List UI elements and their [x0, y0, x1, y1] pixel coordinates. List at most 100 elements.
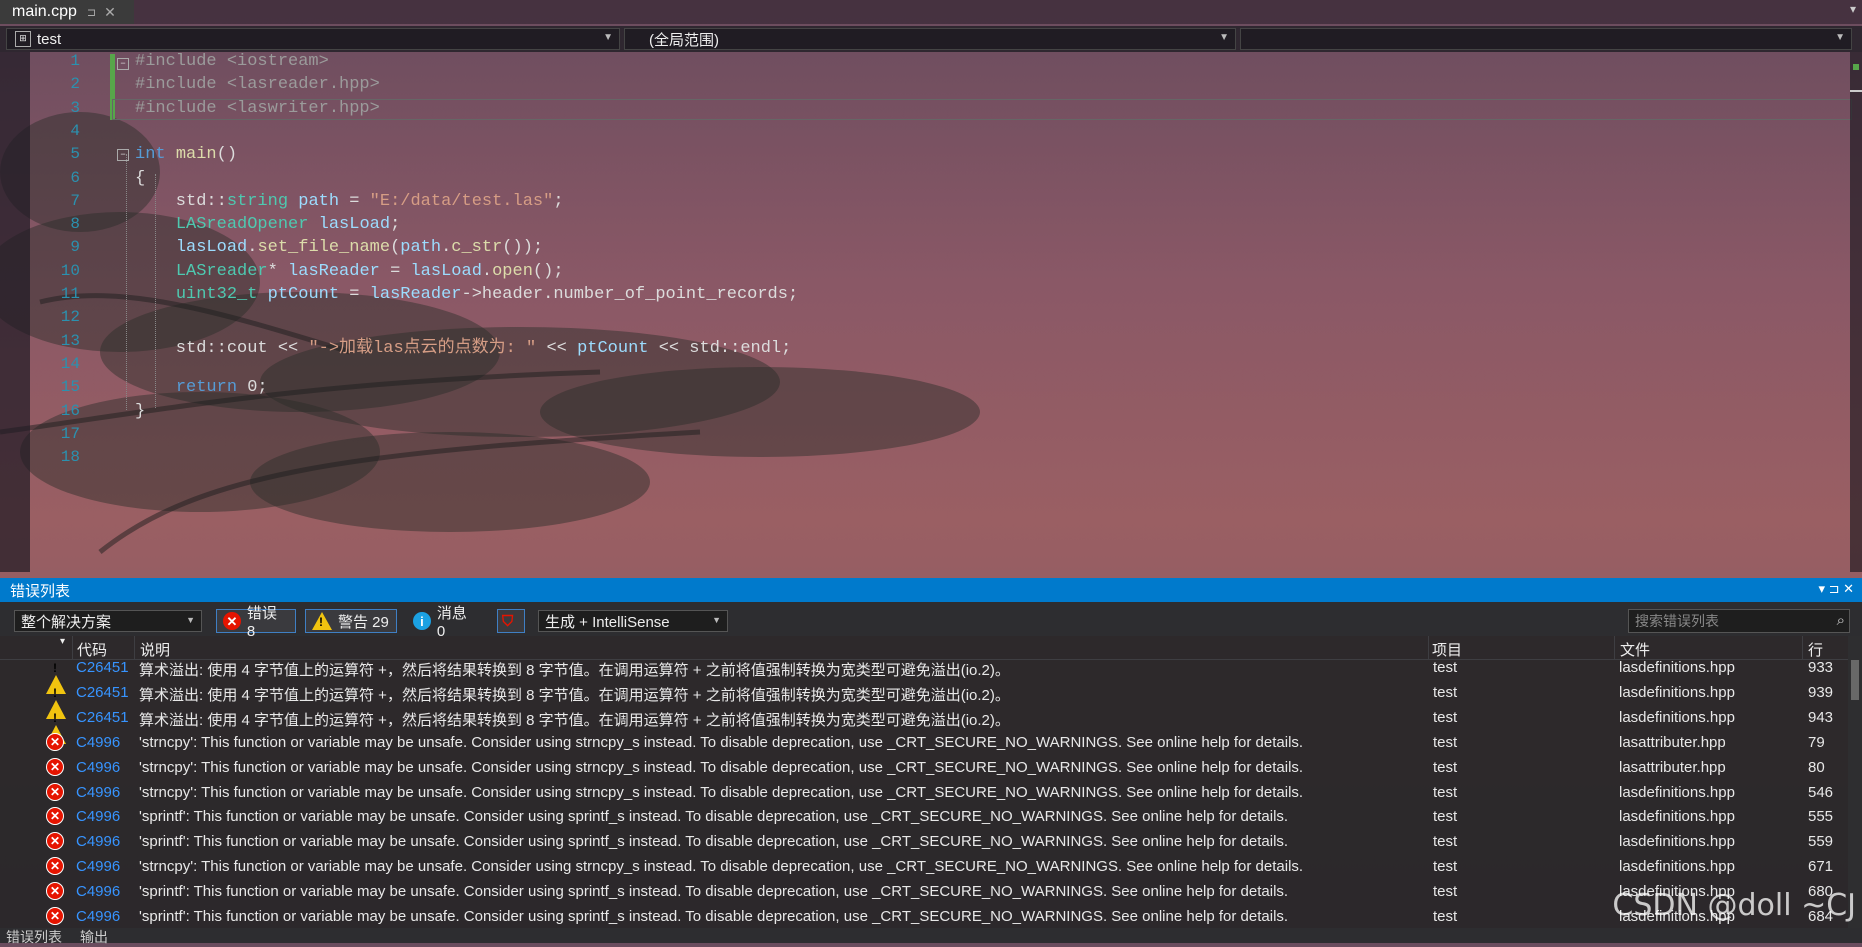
error-project: test: [1433, 683, 1458, 701]
error-code-link[interactable]: C4996: [76, 883, 120, 900]
code-token: return: [175, 378, 238, 398]
error-file: lasattributer.hpp: [1619, 758, 1726, 776]
sort-icon[interactable]: ▾: [60, 636, 65, 647]
pin-icon[interactable]: ⊐: [87, 6, 96, 19]
code-editor[interactable]: − − 1 #include <iostream> 2 #include <lasre…: [30, 52, 1852, 572]
error-description: 'sprintf': This function or variable may…: [139, 833, 1289, 851]
error-project: test: [1433, 733, 1458, 751]
build-source-value: 生成 + IntelliSense: [545, 613, 670, 631]
build-source-dropdown[interactable]: 生成 + IntelliSense ▼: [538, 610, 728, 632]
code-line[interactable]: 10 LASreader* lasReader = lasLoad.open()…: [30, 262, 1850, 285]
error-row[interactable]: ✕ C4996 'strncpy': This function or variab…: [0, 855, 1862, 880]
code-line[interactable]: 4: [30, 122, 1850, 145]
error-project: test: [1433, 659, 1458, 676]
project-dropdown[interactable]: ⊞ test ▼: [6, 28, 620, 50]
error-icon: ✕: [46, 907, 64, 925]
code-line[interactable]: 1 #include <iostream>: [30, 52, 1850, 75]
member-dropdown[interactable]: ▼: [1240, 28, 1852, 50]
code-line[interactable]: 14: [30, 355, 1850, 378]
code-text: #include <lasreader.hpp>: [135, 75, 380, 94]
chevron-down-icon: ▼: [1219, 32, 1229, 43]
messages-filter-button[interactable]: i 消息 0: [406, 605, 486, 640]
error-code-link[interactable]: C4996: [76, 734, 120, 751]
code-line[interactable]: 2 #include <lasreader.hpp>: [30, 75, 1850, 98]
scope-dropdown[interactable]: (全局范围) ▼: [624, 28, 1236, 50]
code-token: .: [247, 238, 258, 258]
code-line[interactable]: 12: [30, 308, 1850, 331]
code-token: lasLoad: [410, 261, 482, 281]
search-icon[interactable]: ⌕: [1837, 612, 1845, 629]
code-token: path: [298, 191, 340, 211]
error-code-link[interactable]: C26451: [76, 709, 129, 726]
scope-dropdown-value: (全局范围): [649, 31, 719, 49]
editor-vertical-scrollbar[interactable]: [1850, 52, 1862, 572]
tab-overflow-dropdown-icon[interactable]: ▾: [1850, 2, 1856, 16]
code-token: LASreadOpener: [175, 215, 309, 235]
error-row[interactable]: ! C26451 算术溢出: 使用 4 字节值上的运算符 +，然后将结果转换到 8 …: [0, 681, 1862, 719]
error-row[interactable]: ! C26451 算术溢出: 使用 4 字节值上的运算符 +，然后将结果转换到 8 …: [0, 706, 1862, 744]
code-line[interactable]: 8 LASreadOpener lasLoad;: [30, 215, 1850, 238]
error-row[interactable]: ! C26451 算术溢出: 使用 4 字节值上的运算符 +，然后将结果转换到 8 …: [0, 656, 1862, 694]
error-icon: ✕: [46, 857, 64, 876]
line-number: 3: [70, 98, 80, 117]
error-project: test: [1433, 783, 1458, 801]
error-row[interactable]: ✕ C4996 'strncpy': This function or variab…: [0, 756, 1862, 781]
warning-icon: !: [312, 612, 332, 630]
error-line: 939: [1808, 683, 1834, 701]
code-line[interactable]: 7 std::string path = "E:/data/test.las";: [30, 192, 1850, 215]
editor-left-margin: [0, 52, 30, 572]
error-row[interactable]: ✕ C4996 'sprintf': This function or variab…: [0, 805, 1862, 830]
error-code-link[interactable]: C4996: [76, 858, 120, 875]
error-line: 933: [1808, 659, 1834, 676]
error-code-link[interactable]: C26451: [76, 684, 129, 701]
error-row[interactable]: ✕ C4996 'strncpy': This function or variab…: [0, 731, 1862, 756]
error-code-link[interactable]: C4996: [76, 784, 120, 801]
line-number: 6: [70, 168, 80, 187]
line-number: 2: [70, 75, 80, 94]
window-controls[interactable]: ▾ ⊐ ✕: [1818, 581, 1854, 597]
code-line[interactable]: 18: [30, 448, 1850, 471]
error-file: lasdefinitions.hpp: [1619, 858, 1735, 876]
error-line: 671: [1808, 858, 1834, 876]
error-code-link[interactable]: C4996: [76, 808, 120, 825]
tab-label: main.cpp: [12, 3, 77, 20]
close-icon[interactable]: ✕: [104, 4, 116, 21]
line-number: 4: [70, 121, 80, 140]
code-line[interactable]: 15 return 0;: [30, 378, 1850, 401]
filter-icon[interactable]: ⛉: [497, 609, 525, 633]
code-line[interactable]: 17: [30, 425, 1850, 448]
code-line[interactable]: 3 #include <laswriter.hpp>: [30, 99, 1850, 122]
error-code-link[interactable]: C4996: [76, 908, 120, 925]
line-number: 5: [70, 145, 80, 164]
code-token: .: [481, 261, 493, 281]
tab-output[interactable]: 输出: [80, 927, 108, 947]
code-text: lasLoad.set_file_name(path.c_str());: [135, 238, 543, 257]
error-row[interactable]: ✕ C4996 'sprintf': This function or variab…: [0, 830, 1862, 855]
errors-filter-button[interactable]: ✕ 错误 8: [216, 605, 296, 640]
error-code-link[interactable]: C4996: [76, 759, 120, 776]
code-line[interactable]: 13 std::cout << "->加载las点云的点数为: " << ptC…: [30, 332, 1850, 358]
error-row[interactable]: ✕ C4996 'sprintf': This function or variab…: [0, 905, 1862, 930]
error-row[interactable]: ✕ C4996 'sprintf': This function or variab…: [0, 880, 1862, 905]
code-line[interactable]: 9 lasLoad.set_file_name(path.c_str());: [30, 238, 1850, 261]
code-line[interactable]: 16}: [30, 402, 1850, 425]
warnings-filter-button[interactable]: ! 警告 29: [305, 609, 397, 633]
error-list-search-input[interactable]: 搜索错误列表 ⌕: [1628, 609, 1850, 633]
tab-error-list[interactable]: 错误列表: [6, 927, 62, 947]
line-number: 14: [60, 354, 80, 373]
error-row[interactable]: ✕ C4996 'strncpy': This function or variab…: [0, 781, 1862, 806]
error-list-scrollbar[interactable]: [1848, 636, 1862, 928]
row-severity-icon: ✕: [46, 857, 64, 876]
code-line[interactable]: 5 int main(): [30, 145, 1850, 168]
error-code-link[interactable]: C4996: [76, 833, 120, 850]
code-line[interactable]: 11 uint32_t ptCount = lasReader->header.…: [30, 285, 1850, 308]
code-text: #include <laswriter.hpp>: [135, 99, 380, 118]
code-text: LASreader* lasReader = lasLoad.open();: [135, 262, 564, 281]
code-token: uint32_t: [175, 285, 258, 304]
tab-main-cpp[interactable]: main.cpp ⊐ ✕: [0, 0, 134, 24]
error-code-link[interactable]: C26451: [76, 659, 129, 676]
code-line[interactable]: 6{: [30, 169, 1850, 192]
scope-filter-dropdown[interactable]: 整个解决方案 ▼: [14, 610, 202, 632]
